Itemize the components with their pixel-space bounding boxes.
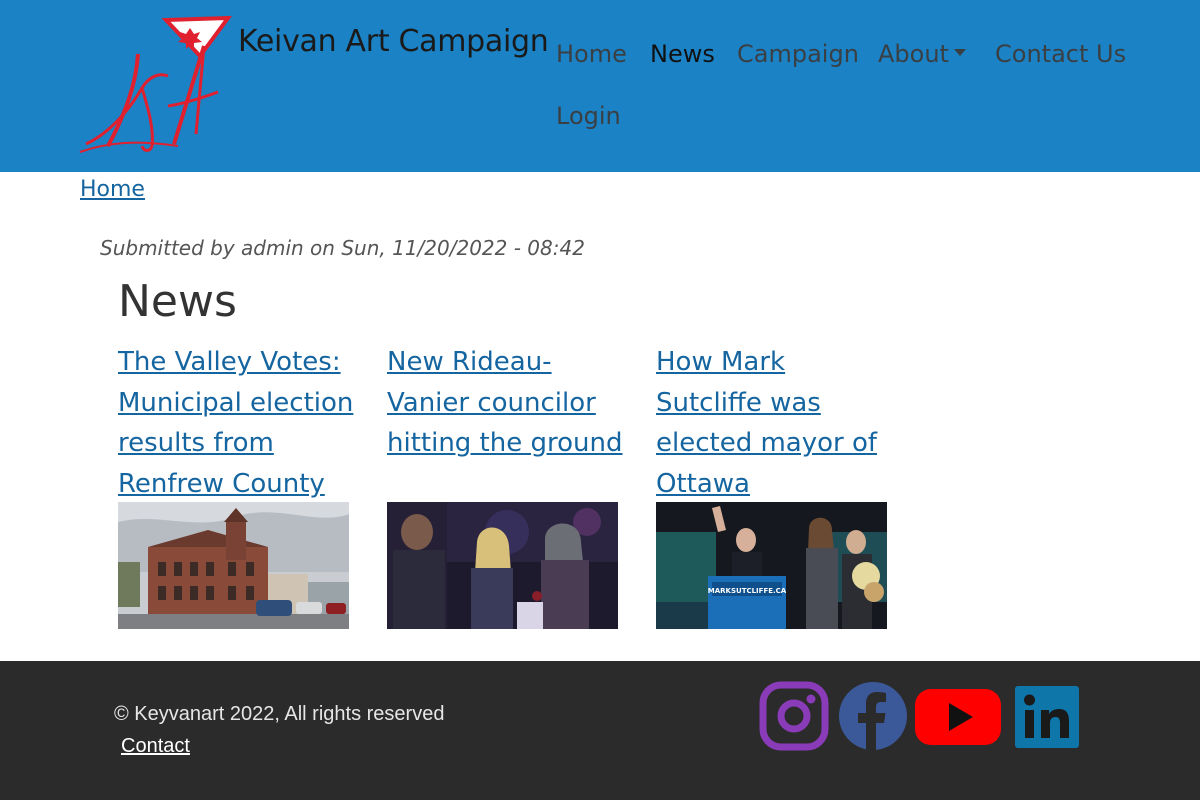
linkedin-link[interactable] — [1015, 686, 1079, 756]
site-logo[interactable] — [78, 15, 236, 154]
event-crowd-photo — [387, 502, 618, 629]
nav-contact-us[interactable]: Contact Us — [995, 40, 1126, 68]
instagram-link[interactable] — [759, 681, 829, 751]
nav-campaign[interactable]: Campaign — [737, 40, 859, 68]
facebook-link[interactable] — [838, 681, 908, 751]
page-title: News — [118, 276, 237, 327]
instagram-icon — [759, 681, 829, 751]
nav-news[interactable]: News — [650, 40, 715, 68]
footer-contact-link[interactable]: Contact — [121, 735, 190, 758]
site-name[interactable]: Keivan Art Campaign — [238, 24, 549, 59]
breadcrumb-home-link[interactable]: Home — [80, 177, 145, 202]
youtube-link[interactable] — [913, 681, 1003, 751]
news-card-image-event[interactable] — [387, 502, 618, 629]
linkedin-icon — [1015, 686, 1079, 748]
logo-icon — [79, 15, 233, 153]
news-card-title[interactable]: New Rideau-Vanier councilor hitting the … — [387, 342, 627, 464]
copyright-text: © Keyvanart 2022, All rights reserved — [114, 703, 445, 725]
podium-sign-text: MARKSUTCLIFFE.CA — [708, 587, 787, 595]
site-header: Keivan Art Campaign Home News Campaign A… — [0, 0, 1200, 172]
victory-speech-photo: MARKSUTCLIFFE.CA — [656, 502, 887, 629]
news-card-title[interactable]: How Mark Sutcliffe was elected mayor of … — [656, 342, 896, 504]
site-footer: © Keyvanart 2022, All rights reserved Co… — [0, 661, 1200, 800]
news-card-image-victory[interactable]: MARKSUTCLIFFE.CA — [656, 502, 887, 629]
facebook-icon — [839, 682, 907, 750]
news-card-title[interactable]: The Valley Votes: Municipal election res… — [118, 342, 358, 504]
nav-login[interactable]: Login — [556, 102, 621, 130]
youtube-icon — [915, 689, 1001, 745]
nav-about-label: About — [878, 40, 949, 68]
town-hall-photo — [118, 502, 349, 629]
submitted-info: Submitted by admin on Sun, 11/20/2022 - … — [100, 236, 585, 260]
nav-about[interactable]: About — [878, 40, 966, 68]
nav-home[interactable]: Home — [556, 40, 627, 68]
news-card-image-town-hall[interactable] — [118, 502, 349, 629]
chevron-down-icon — [953, 48, 966, 56]
